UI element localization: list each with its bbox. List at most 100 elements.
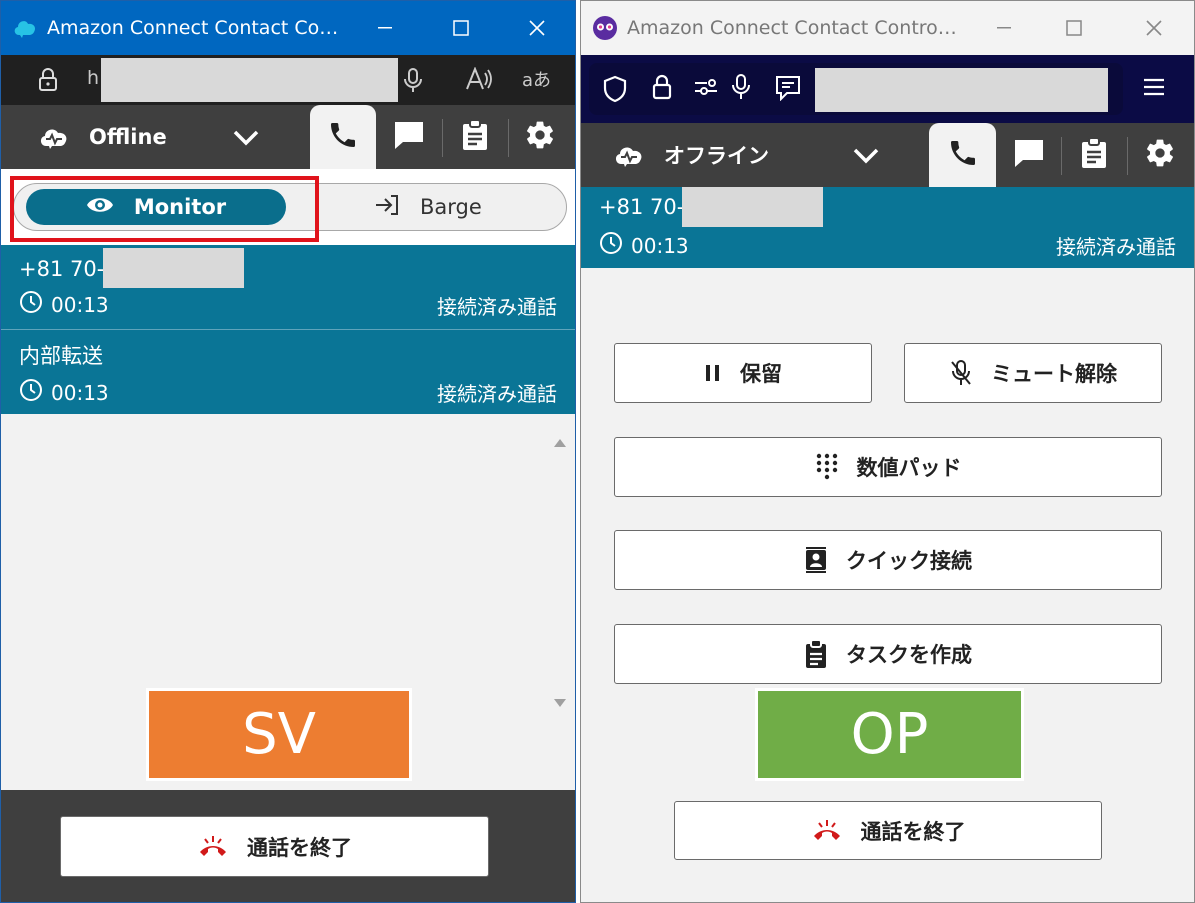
keypad-button[interactable]: 数値パッド [614,437,1162,497]
hold-button[interactable]: 保留 [614,343,872,403]
phone-icon [947,137,979,173]
lock-icon [37,68,59,92]
sign-in-arrow-icon [374,194,400,221]
contact-card[interactable]: +81 70- 00:13 接続済み通話 [1,245,575,329]
minimize-button[interactable] [347,1,423,55]
phone-icon [327,119,359,155]
contact-timer: 00:13 [19,290,109,319]
contact-number: +81 70- [19,257,105,281]
pause-icon [704,363,722,383]
hang-up-icon [811,819,843,843]
reader-icon[interactable] [775,75,801,101]
maximize-button[interactable] [1034,1,1114,55]
dialpad-icon [815,452,839,482]
maximize-button[interactable] [423,1,499,55]
ccp-header: オフライン [581,123,1194,187]
window-title: Amazon Connect Contact Contr... [47,17,347,39]
shield-icon[interactable] [603,75,627,103]
sv-label-box: SV [146,688,412,781]
contact-card[interactable]: 内部転送 00:13 接続済み通話 [1,330,575,414]
chevron-down-icon[interactable] [852,143,880,167]
scroll-down-arrow[interactable] [554,699,566,707]
scroll-up-arrow[interactable] [554,439,566,447]
hold-label: 保留 [740,362,782,386]
tab-phone[interactable] [929,123,996,187]
contact-timer: 00:13 [19,378,109,407]
hang-up-icon [197,835,229,859]
hamburger-menu-icon[interactable] [1142,77,1166,97]
redacted-url [101,58,398,102]
tab-chat[interactable] [997,123,1060,187]
tab-settings[interactable] [509,105,571,169]
chevron-down-icon[interactable] [232,125,260,149]
contact-book-icon [804,546,828,574]
quick-connect-button[interactable]: クイック接続 [614,530,1162,590]
microphone-icon[interactable] [403,67,423,93]
connect-cloud-icon [11,14,39,42]
address-bar [581,55,1194,123]
minimize-button[interactable] [974,1,1034,55]
right-browser-window: Amazon Connect Contact Control Pa... オフラ… [580,0,1195,903]
contact-state: 接続済み通話 [437,295,557,319]
chat-icon [1013,138,1045,172]
read-aloud-icon[interactable] [465,67,493,91]
lock-icon[interactable] [651,73,673,101]
clock-icon [19,290,43,319]
address-bar: h aあ [1,55,575,105]
unmute-button[interactable]: ミュート解除 [904,343,1162,403]
clipboard-icon [461,119,489,155]
status-label: Offline [89,125,167,149]
clock-icon [19,378,43,407]
ccp-header: Offline [1,105,575,169]
barge-button[interactable]: Barge [374,189,482,225]
keypad-label: 数値パッド [856,456,962,480]
contact-number: 内部転送 [19,344,103,368]
site-controls-icon[interactable] [693,77,719,97]
tab-tasks[interactable] [1062,123,1126,187]
contact-state: 接続済み通話 [437,382,557,406]
svg-text:aあ: aあ [522,70,551,91]
url-text[interactable]: h [87,67,99,89]
microphone-icon[interactable] [731,73,751,101]
translate-icon[interactable]: aあ [522,67,552,91]
contact-state: 接続済み通話 [1056,235,1176,259]
timer-value: 00:13 [51,292,109,317]
cloud-status-icon [612,142,646,168]
clipboard-icon [1080,137,1108,173]
agent-status[interactable]: Offline [1,105,167,169]
tab-tasks[interactable] [443,105,507,169]
browser-mask-icon [591,14,619,42]
op-label-box: OP [755,688,1024,781]
redacted-url [815,68,1108,112]
contact-timer: 00:13 [599,231,689,260]
clock-icon [599,231,623,260]
end-call-label: 通話を終了 [247,835,352,860]
end-call-button[interactable]: 通話を終了 [674,801,1102,860]
tab-phone[interactable] [310,105,376,169]
status-label: オフライン [664,144,769,168]
close-button[interactable] [1114,1,1194,55]
timer-value: 00:13 [631,233,689,258]
agent-status[interactable]: オフライン [581,123,769,187]
close-button[interactable] [499,1,575,55]
gear-icon [524,119,556,155]
barge-label: Barge [420,195,482,219]
highlight-annotation-box [10,176,319,242]
quick-connect-label: クイック接続 [846,549,972,573]
create-task-button[interactable]: タスクを作成 [614,624,1162,684]
left-footer: 通話を終了 [1,790,575,902]
cloud-status-icon [37,124,71,150]
redacted-number [682,187,823,227]
create-task-label: タスクを作成 [846,643,972,667]
sv-label: SV [242,702,316,767]
gear-icon [1144,137,1176,173]
contact-number: +81 70- [599,195,685,219]
left-title-bar: Amazon Connect Contact Contr... [1,1,575,55]
tab-settings[interactable] [1128,123,1192,187]
clipboard-icon [804,639,828,669]
microphone-off-icon [949,359,973,387]
window-title: Amazon Connect Contact Control Pa... [627,17,962,39]
end-call-button[interactable]: 通話を終了 [60,816,489,877]
tab-chat[interactable] [377,105,441,169]
contact-card[interactable]: +81 70- 00:13 接続済み通話 [581,187,1194,268]
